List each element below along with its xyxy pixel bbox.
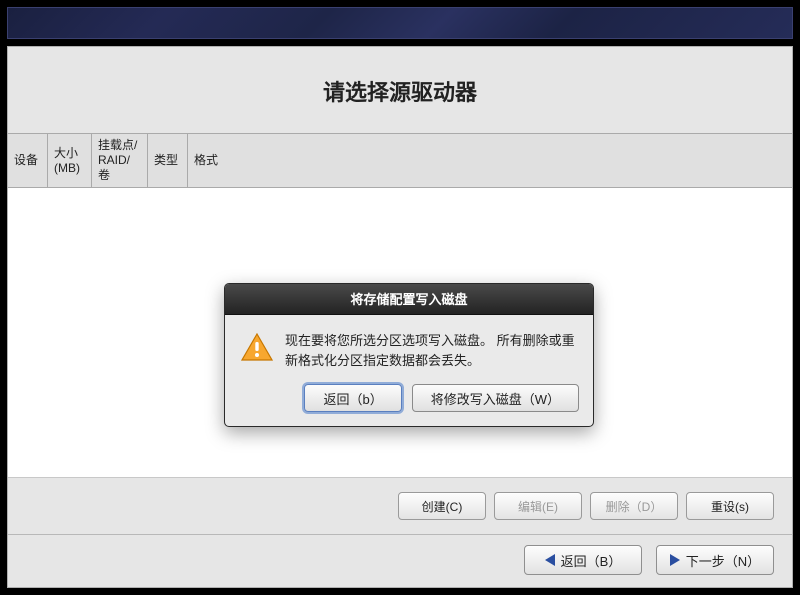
window-frame: 请选择源驱动器 设备 大小 (MB) 挂载点/ RAID/卷 类型 格式 创建(… — [0, 0, 800, 595]
delete-button: 删除（D） — [590, 492, 678, 520]
partition-table-header: 设备 大小 (MB) 挂载点/ RAID/卷 类型 格式 — [8, 133, 792, 188]
back-button[interactable]: 返回（B） — [524, 545, 642, 575]
dialog-back-button[interactable]: 返回（b） — [304, 384, 401, 412]
arrow-left-icon — [545, 554, 555, 566]
col-size[interactable]: 大小 (MB) — [48, 134, 92, 187]
dialog-actions: 返回（b） 将修改写入磁盘（W） — [225, 378, 593, 426]
warning-icon — [241, 333, 273, 361]
window-header-bar — [7, 7, 793, 39]
page-title: 请选择源驱动器 — [8, 47, 792, 133]
next-button[interactable]: 下一步（N） — [656, 545, 774, 575]
arrow-right-icon — [670, 554, 680, 566]
main-panel: 请选择源驱动器 设备 大小 (MB) 挂载点/ RAID/卷 类型 格式 创建(… — [7, 46, 793, 588]
content-area: 请选择源驱动器 设备 大小 (MB) 挂载点/ RAID/卷 类型 格式 创建(… — [7, 39, 793, 588]
create-button[interactable]: 创建(C) — [398, 492, 486, 520]
col-mount[interactable]: 挂载点/ RAID/卷 — [92, 134, 148, 187]
dialog-write-button[interactable]: 将修改写入磁盘（W） — [412, 384, 579, 412]
col-device[interactable]: 设备 — [8, 134, 48, 187]
col-type[interactable]: 类型 — [148, 134, 188, 187]
dialog-title: 将存储配置写入磁盘 — [225, 284, 593, 315]
write-to-disk-dialog: 将存储配置写入磁盘 现在要将您所选分区选项写入磁盘。 所有删除或重新格式化分区指… — [224, 283, 594, 427]
dialog-body: 现在要将您所选分区选项写入磁盘。 所有删除或重新格式化分区指定数据都会丢失。 — [225, 315, 593, 378]
col-format[interactable]: 格式 — [188, 134, 228, 187]
nav-row: 返回（B） 下一步（N） — [8, 534, 792, 587]
next-button-label: 下一步（N） — [686, 551, 760, 570]
reset-button[interactable]: 重设(s) — [686, 492, 774, 520]
partition-action-row: 创建(C) 编辑(E) 删除（D） 重设(s) — [8, 478, 792, 520]
dialog-message: 现在要将您所选分区选项写入磁盘。 所有删除或重新格式化分区指定数据都会丢失。 — [285, 331, 577, 370]
back-button-label: 返回（B） — [561, 551, 622, 570]
edit-button: 编辑(E) — [494, 492, 582, 520]
